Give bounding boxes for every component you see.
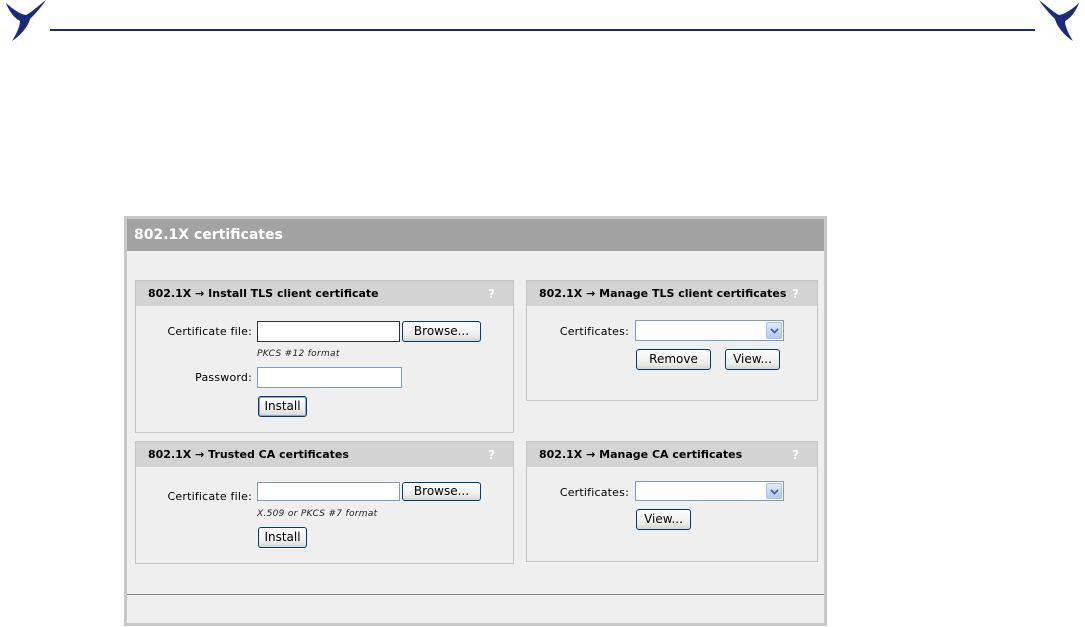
tls-browse-button[interactable]: Browse...: [402, 321, 481, 342]
manage-ca-section: 802.1X → Manage CA certificates ? Certif…: [526, 441, 818, 562]
trusted-ca-title: 802.1X → Trusted CA certificates ?: [136, 442, 513, 467]
install-tls-title: 802.1X → Install TLS client certificate …: [136, 281, 513, 306]
certificate-file-label: Certificate file:: [167, 490, 252, 503]
remove-button[interactable]: Remove: [636, 349, 711, 370]
manage-tls-title: 802.1X → Manage TLS client certificates …: [527, 281, 817, 306]
chevron-down-icon[interactable]: [766, 483, 782, 499]
password-input[interactable]: [257, 367, 402, 388]
help-icon[interactable]: ?: [488, 442, 495, 468]
help-icon[interactable]: ?: [488, 281, 495, 307]
swallow-bird-icon: [1039, 0, 1079, 41]
ca-install-button[interactable]: Install: [258, 527, 307, 548]
tls-view-button[interactable]: View...: [725, 349, 780, 370]
manage-ca-title-text: 802.1X → Manage CA certificates: [539, 448, 743, 461]
install-tls-section: 802.1X → Install TLS client certificate …: [135, 280, 514, 433]
help-icon[interactable]: ?: [792, 281, 799, 307]
tls-install-button[interactable]: Install: [258, 396, 307, 417]
trusted-ca-title-text: 802.1X → Trusted CA certificates: [148, 448, 349, 461]
manage-tls-title-text: 802.1X → Manage TLS client certificates: [539, 287, 787, 300]
install-tls-title-text: 802.1X → Install TLS client certificate: [148, 287, 379, 300]
tls-certificates-select[interactable]: [635, 320, 784, 341]
certificates-label: Certificates:: [559, 325, 629, 338]
swallow-bird-icon: [6, 0, 46, 41]
ca-browse-button[interactable]: Browse...: [402, 482, 481, 501]
chevron-down-icon[interactable]: [766, 322, 782, 339]
certificates-label: Certificates:: [559, 486, 629, 499]
x509-format-hint: X.509 or PKCS #7 format: [257, 509, 378, 519]
certificates-panel: 802.1X certificates 802.1X → Install TLS…: [124, 216, 827, 626]
trusted-ca-section: 802.1X → Trusted CA certificates ? Certi…: [135, 441, 514, 564]
ca-view-button[interactable]: View...: [636, 509, 691, 530]
footer-divider: [127, 594, 824, 595]
header-divider: [50, 29, 1035, 31]
pkcs12-format-hint: PKCS #12 format: [257, 349, 340, 359]
tls-certificate-file-input[interactable]: [257, 321, 400, 342]
ca-certificate-file-input[interactable]: [257, 482, 400, 501]
ca-certificates-select[interactable]: [635, 481, 784, 501]
password-label: Password:: [195, 371, 252, 384]
page-title: 802.1X certificates: [127, 219, 824, 251]
certificate-file-label: Certificate file:: [167, 325, 252, 338]
manage-ca-title: 802.1X → Manage CA certificates ?: [527, 442, 817, 467]
help-icon[interactable]: ?: [792, 442, 799, 468]
manage-tls-section: 802.1X → Manage TLS client certificates …: [526, 280, 818, 401]
